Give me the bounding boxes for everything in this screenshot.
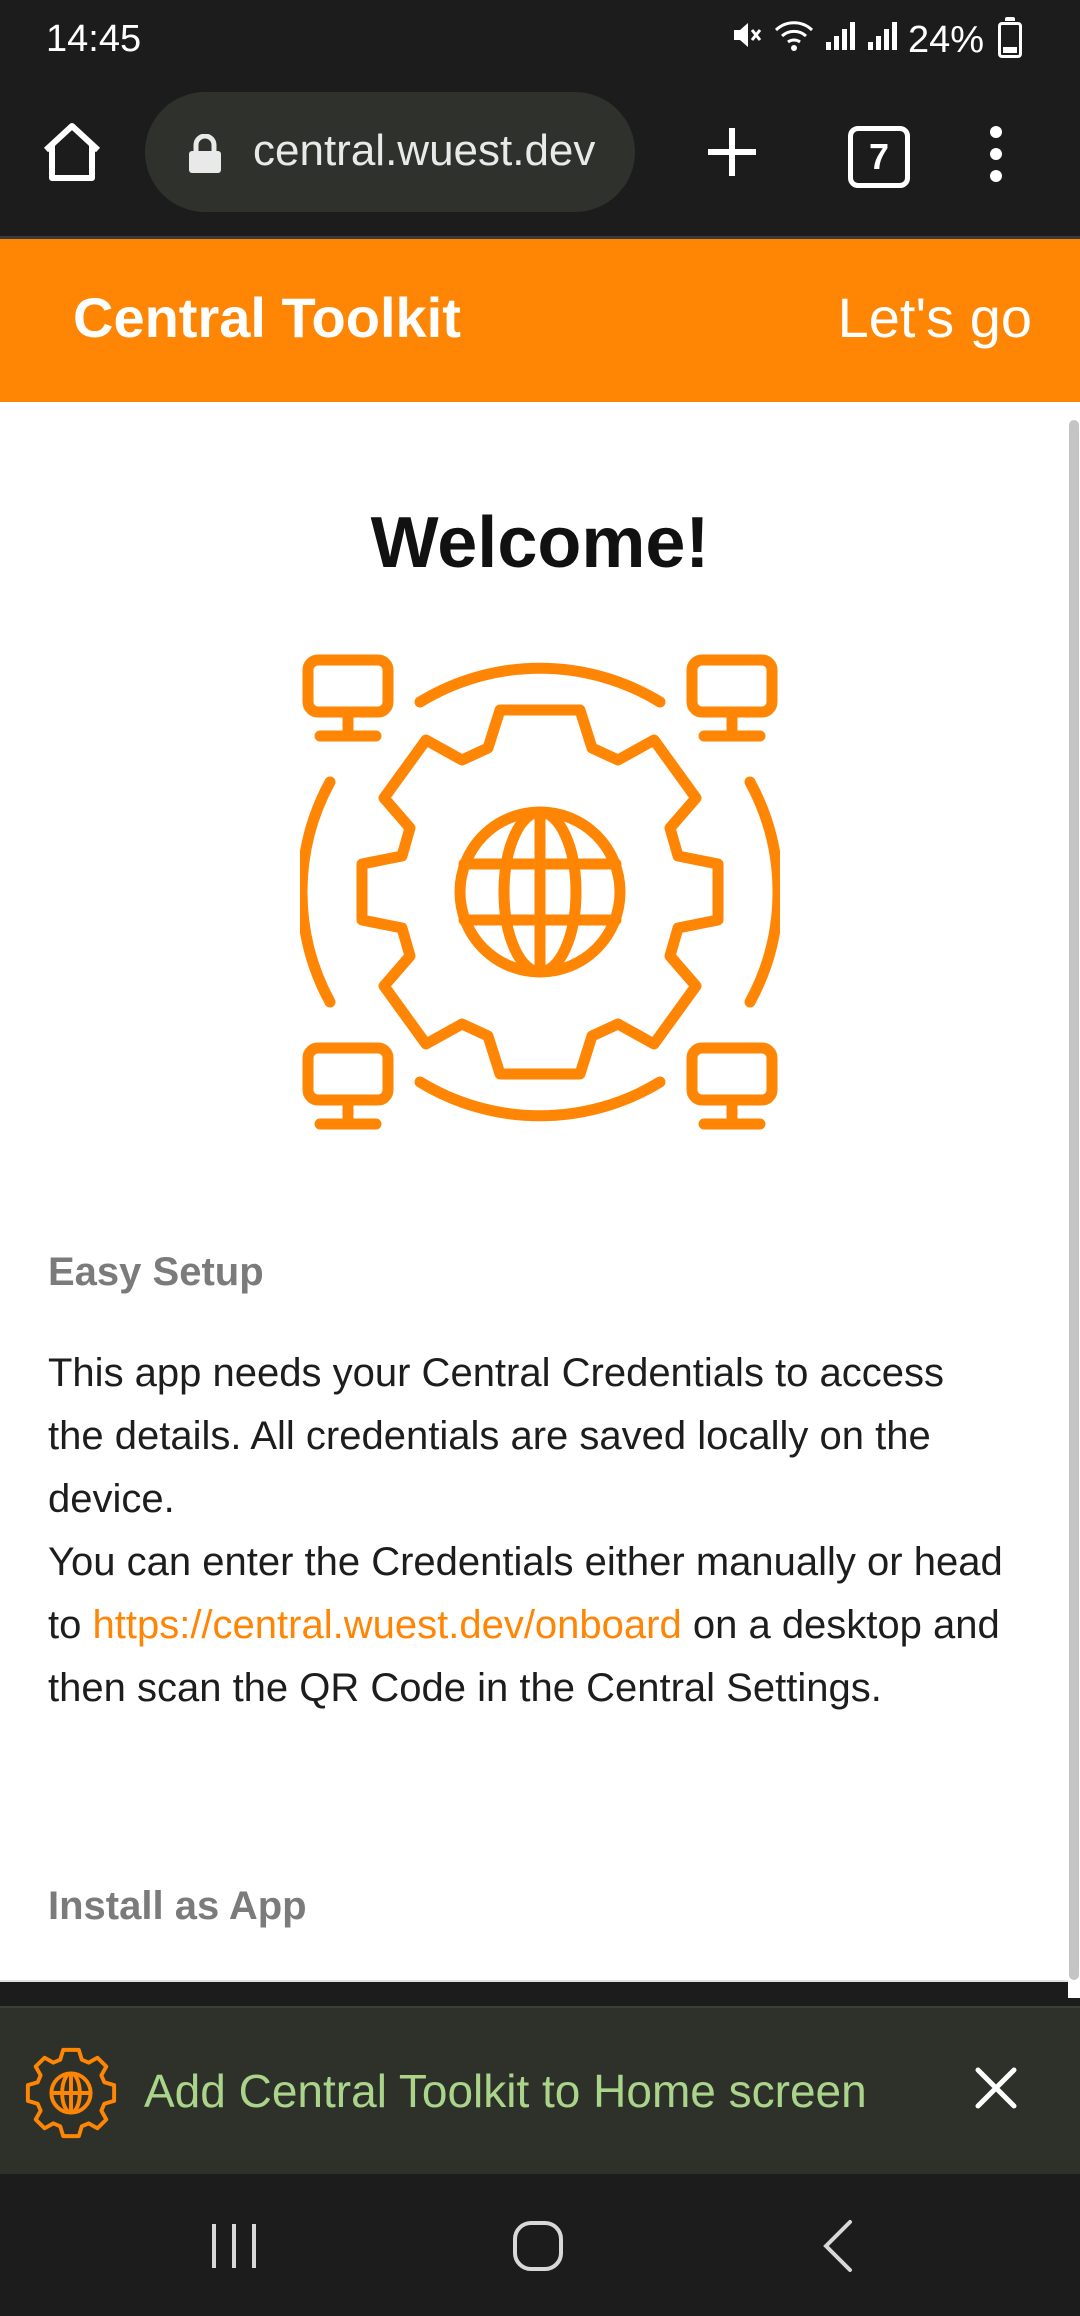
address-bar[interactable]: central.wuest.dev — [145, 92, 635, 212]
scrollbar[interactable] — [1069, 420, 1079, 1980]
browser-toolbar: central.wuest.dev 7 — [0, 84, 1080, 239]
app-title: Central Toolkit — [73, 286, 461, 349]
app-header: Central Toolkit Let's go — [0, 239, 1080, 402]
mute-icon — [730, 18, 764, 62]
home-circle-icon[interactable] — [508, 2216, 568, 2276]
main-content: Welcome! Easy Setup This app needs your … — [0, 402, 1068, 1982]
status-bar: 14:45 24% — [0, 0, 1080, 84]
plus-icon[interactable] — [700, 120, 764, 184]
install-banner-text[interactable]: Add Central Toolkit to Home screen — [144, 2064, 867, 2118]
section-heading-install: Install as App — [48, 1884, 307, 1928]
lets-go-button[interactable]: Let's go — [838, 285, 1032, 350]
signal-icon — [824, 18, 856, 62]
onboard-link[interactable]: https://central.wuest.dev/onboard — [92, 1603, 681, 1647]
recents-icon[interactable] — [206, 2218, 262, 2274]
divider — [0, 1980, 1068, 1982]
battery-icon — [998, 17, 1022, 58]
back-icon[interactable] — [818, 2216, 858, 2276]
battery-percent: 24% — [907, 18, 984, 61]
setup-paragraph-2: You can enter the Credentials either man… — [48, 1531, 1008, 1720]
gear-globe-network-icon — [300, 654, 780, 1130]
page-title: Welcome! — [370, 503, 710, 583]
status-time: 14:45 — [46, 18, 142, 60]
signal-icon — [866, 18, 898, 62]
wifi-icon — [774, 18, 814, 62]
status-icons: 24% — [730, 17, 1022, 62]
system-nav-bar — [0, 2174, 1080, 2316]
install-banner[interactable]: Add Central Toolkit to Home screen — [0, 2006, 1080, 2176]
home-icon[interactable] — [38, 118, 106, 186]
close-icon[interactable] — [968, 2060, 1024, 2116]
setup-paragraph-1: This app needs your Central Credentials … — [48, 1351, 945, 1521]
more-vert-icon[interactable] — [978, 122, 1014, 186]
gear-globe-icon — [25, 2047, 117, 2139]
setup-description: This app needs your Central Credentials … — [48, 1342, 1008, 1720]
lock-icon[interactable] — [187, 133, 223, 174]
tabs-icon[interactable]: 7 — [848, 126, 910, 188]
section-heading-easy-setup: Easy Setup — [48, 1250, 264, 1294]
url-text[interactable]: central.wuest.dev — [253, 126, 595, 176]
